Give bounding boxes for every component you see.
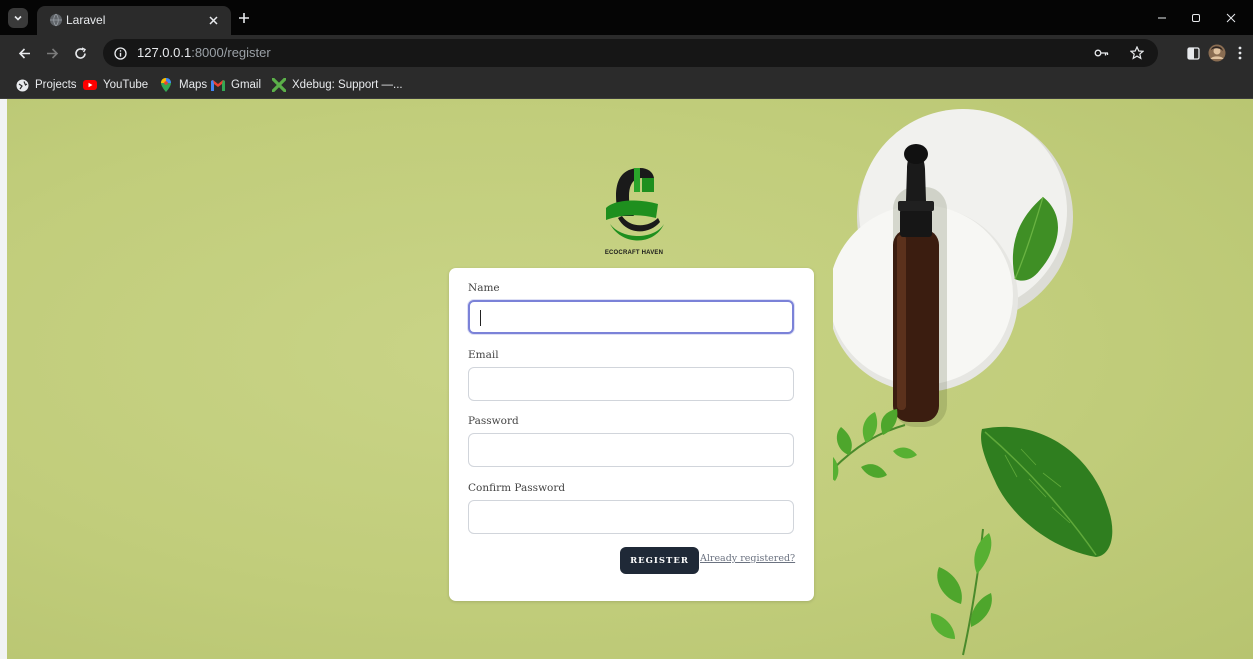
email-label: Email	[468, 349, 499, 361]
bookmark-star-button[interactable]	[1128, 44, 1146, 62]
bookmark-xdebug[interactable]: Xdebug: Support —...	[272, 77, 403, 93]
bookmark-maps[interactable]: Maps	[159, 77, 207, 93]
browser-toolbar: 127.0.0.1:8000/register	[0, 35, 1253, 71]
bookmark-label: Maps	[179, 79, 208, 91]
menu-button[interactable]	[1230, 43, 1250, 63]
email-input[interactable]	[468, 367, 794, 401]
browser-window: Laravel 127.0.0.1:8000/register Projects…	[0, 0, 1253, 659]
confirm-password-input[interactable]	[468, 500, 794, 534]
url-path: :8000/register	[191, 45, 271, 60]
chevron-down-icon	[14, 15, 22, 21]
minimize-icon	[1158, 17, 1166, 19]
info-icon	[113, 46, 127, 60]
new-tab-button[interactable]	[235, 9, 253, 27]
avatar	[1208, 44, 1226, 62]
plus-icon	[239, 13, 249, 23]
already-registered-link[interactable]: Already registered?	[700, 553, 795, 564]
side-panel-icon	[1186, 46, 1200, 60]
text-caret	[480, 310, 481, 326]
globe-icon	[15, 78, 29, 92]
key-icon	[1094, 49, 1109, 57]
bookmark-label: Gmail	[231, 79, 262, 91]
arrow-left-icon	[18, 47, 30, 59]
password-label: Password	[468, 415, 519, 427]
reload-icon	[74, 46, 86, 59]
side-panel-button[interactable]	[1183, 43, 1203, 63]
profile-button[interactable]	[1207, 43, 1227, 63]
bookmark-gmail[interactable]: Gmail	[211, 77, 261, 93]
close-icon	[1226, 13, 1236, 23]
youtube-icon	[83, 78, 97, 92]
bookmark-label: Projects	[35, 79, 77, 91]
forward-button[interactable]	[42, 43, 62, 63]
address-bar[interactable]: 127.0.0.1:8000/register	[103, 39, 1158, 67]
tab-search-button[interactable]	[8, 8, 28, 28]
password-input[interactable]	[468, 433, 794, 467]
xdebug-icon	[272, 78, 286, 92]
tab-close-button[interactable]	[205, 12, 221, 28]
star-icon	[1130, 46, 1144, 60]
name-input[interactable]	[468, 300, 794, 334]
register-form-card: Name Email Password Confirm Password REG…	[449, 268, 814, 601]
bookmark-label: YouTube	[103, 79, 149, 91]
close-icon	[208, 15, 218, 25]
tab-strip: Laravel	[0, 0, 1253, 35]
minimize-button[interactable]	[1152, 8, 1172, 28]
arrow-right-icon	[46, 47, 58, 59]
restore-button[interactable]	[1186, 8, 1206, 28]
globe-icon	[50, 13, 62, 27]
maps-icon	[159, 78, 173, 92]
page-content: ECOCRAFT HAVEN Name Email Password Confi…	[7, 99, 1253, 659]
logo-text: ECOCRAFT HAVEN	[604, 250, 664, 256]
bookmarks-bar: Projects YouTube Maps Gmail Xdebug: Supp…	[0, 71, 1253, 99]
decorative-image	[833, 109, 1113, 656]
url-text[interactable]: 127.0.0.1:8000/register	[137, 45, 271, 61]
reload-button[interactable]	[70, 43, 90, 63]
confirm-password-label: Confirm Password	[468, 482, 566, 494]
register-button[interactable]: REGISTER	[620, 547, 699, 574]
close-window-button[interactable]	[1221, 8, 1241, 28]
gmail-icon	[211, 78, 225, 92]
name-label: Name	[468, 282, 500, 294]
more-vertical-icon	[1238, 46, 1242, 60]
back-button[interactable]	[14, 43, 34, 63]
bookmark-projects[interactable]: Projects	[15, 77, 77, 93]
bookmark-youtube[interactable]: YouTube	[83, 77, 148, 93]
bookmark-label: Xdebug: Support —...	[292, 79, 403, 91]
ecocraft-logo[interactable]: ECOCRAFT HAVEN	[596, 162, 672, 262]
tab-title: Laravel	[66, 13, 106, 27]
url-host: 127.0.0.1	[137, 45, 192, 60]
restore-icon	[1192, 14, 1200, 22]
active-tab[interactable]: Laravel	[37, 6, 231, 35]
site-info-button[interactable]	[111, 44, 129, 62]
password-key-button[interactable]	[1093, 44, 1111, 62]
ecocraft-logo-icon	[606, 168, 664, 241]
